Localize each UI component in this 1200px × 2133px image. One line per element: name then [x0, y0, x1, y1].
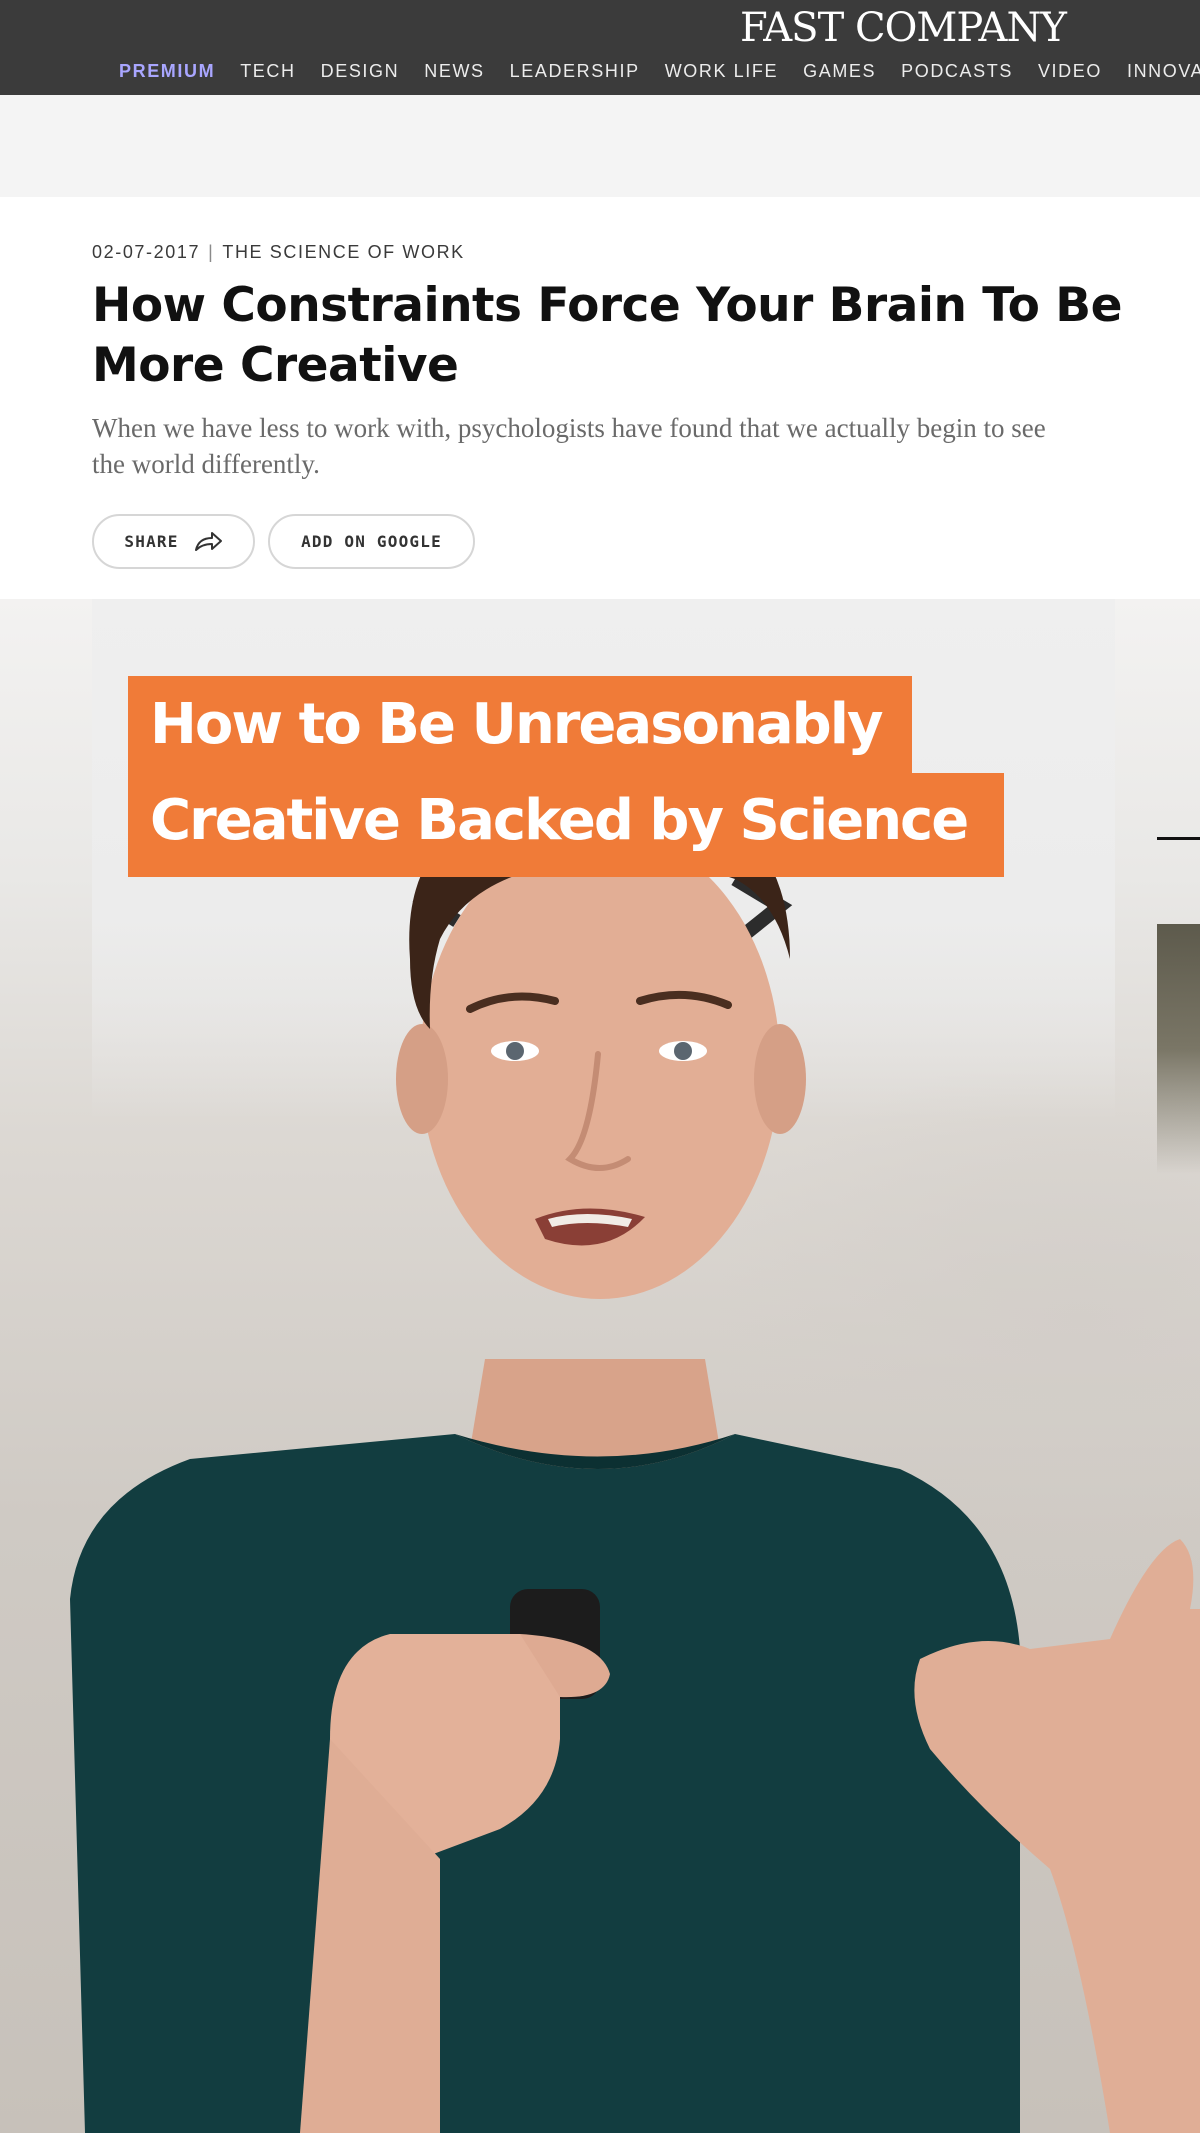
nav-item-premium[interactable]: PREMIUM	[119, 58, 215, 84]
share-button[interactable]: SHARE	[92, 514, 255, 569]
video-title-line-2: Creative Backed by Science	[128, 773, 1004, 877]
nav-item-games[interactable]: GAMES	[803, 58, 876, 84]
article-date: 02-07-2017	[92, 242, 201, 262]
nav-item-innovation[interactable]: INNOVAT	[1127, 58, 1200, 84]
nav-item-design[interactable]: DESIGN	[321, 58, 400, 84]
video-title-line-1: How to Be Unreasonably	[128, 676, 912, 773]
nav-item-tech[interactable]: TECH	[240, 58, 295, 84]
nav-item-podcasts[interactable]: PODCASTS	[901, 58, 1013, 84]
nav-item-news[interactable]: NEWS	[424, 58, 484, 84]
nav-item-leadership[interactable]: LEADERSHIP	[510, 58, 640, 84]
main-nav: PREMIUM TECH DESIGN NEWS LEADERSHIP WORK…	[119, 58, 1200, 84]
ad-placeholder-band	[0, 95, 1200, 197]
article-title: How Constraints Force Your Brain To Be M…	[92, 278, 1122, 393]
share-arrow-icon	[193, 531, 223, 553]
add-on-google-button[interactable]: ADD ON GOOGLE	[268, 514, 475, 569]
add-on-google-label: ADD ON GOOGLE	[301, 532, 442, 551]
site-header: FAST COMPANY PREMIUM TECH DESIGN NEWS LE…	[0, 0, 1200, 95]
meta-separator: |	[208, 242, 215, 262]
article-meta: 02-07-2017 | THE SCIENCE OF WORK	[92, 242, 465, 263]
nav-item-video[interactable]: VIDEO	[1038, 58, 1102, 84]
site-logo[interactable]: FAST COMPANY	[740, 4, 1067, 52]
share-button-label: SHARE	[124, 532, 179, 551]
article-dek: When we have less to work with, psycholo…	[92, 413, 1046, 479]
video-overlay-title: How to Be Unreasonably Creative Backed b…	[128, 676, 1004, 877]
nav-item-work-life[interactable]: WORK LIFE	[665, 58, 778, 84]
hero-video[interactable]: How to Be Unreasonably Creative Backed b…	[0, 599, 1200, 2133]
article-section-link[interactable]: THE SCIENCE OF WORK	[222, 242, 464, 262]
